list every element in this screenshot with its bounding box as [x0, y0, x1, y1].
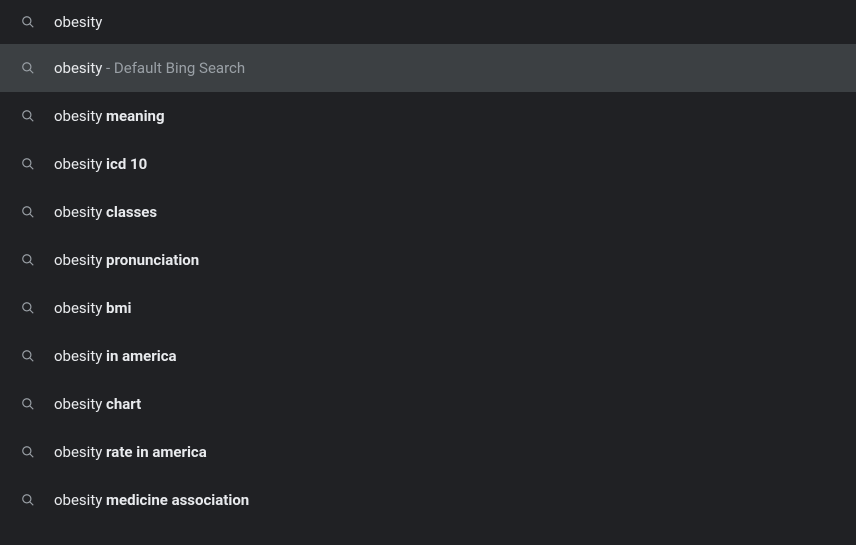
suggestion-default[interactable]: obesity - Default Bing Search	[0, 44, 856, 92]
search-icon	[20, 396, 36, 412]
search-icon	[20, 108, 36, 124]
suggestion-text: obesity chart	[54, 395, 141, 413]
search-icon	[20, 348, 36, 364]
suggestion-item[interactable]: obesity rate in america	[0, 428, 856, 476]
suggestion-text: obesity pronunciation	[54, 251, 199, 269]
suggestion-item[interactable]: obesity medicine association	[0, 476, 856, 524]
search-icon	[20, 14, 36, 30]
search-input[interactable]	[54, 13, 836, 31]
suggestion-item[interactable]: obesity bmi	[0, 284, 856, 332]
suggestion-text: obesity in america	[54, 347, 177, 365]
suggestion-text: obesity icd 10	[54, 155, 147, 173]
suggestion-item[interactable]: obesity meaning	[0, 92, 856, 140]
suggestion-item[interactable]: obesity in america	[0, 332, 856, 380]
search-icon	[20, 492, 36, 508]
suggestion-text: obesity rate in america	[54, 443, 207, 461]
search-icon	[20, 60, 36, 76]
suggestion-text: obesity bmi	[54, 299, 131, 317]
suggestion-text: obesity meaning	[54, 107, 165, 125]
suggestion-item[interactable]: obesity classes	[0, 188, 856, 236]
search-icon	[20, 300, 36, 316]
suggestion-item[interactable]: obesity chart	[0, 380, 856, 428]
search-icon	[20, 252, 36, 268]
suggestion-text: obesity medicine association	[54, 491, 249, 509]
suggestion-item[interactable]: obesity icd 10	[0, 140, 856, 188]
search-bar	[0, 0, 856, 44]
suggestions-list: obesity - Default Bing Search obesity me…	[0, 44, 856, 524]
suggestion-item[interactable]: obesity pronunciation	[0, 236, 856, 284]
search-icon	[20, 444, 36, 460]
suggestion-text: obesity classes	[54, 203, 157, 221]
search-icon	[20, 156, 36, 172]
suggestion-text: obesity - Default Bing Search	[54, 59, 245, 77]
search-icon	[20, 204, 36, 220]
